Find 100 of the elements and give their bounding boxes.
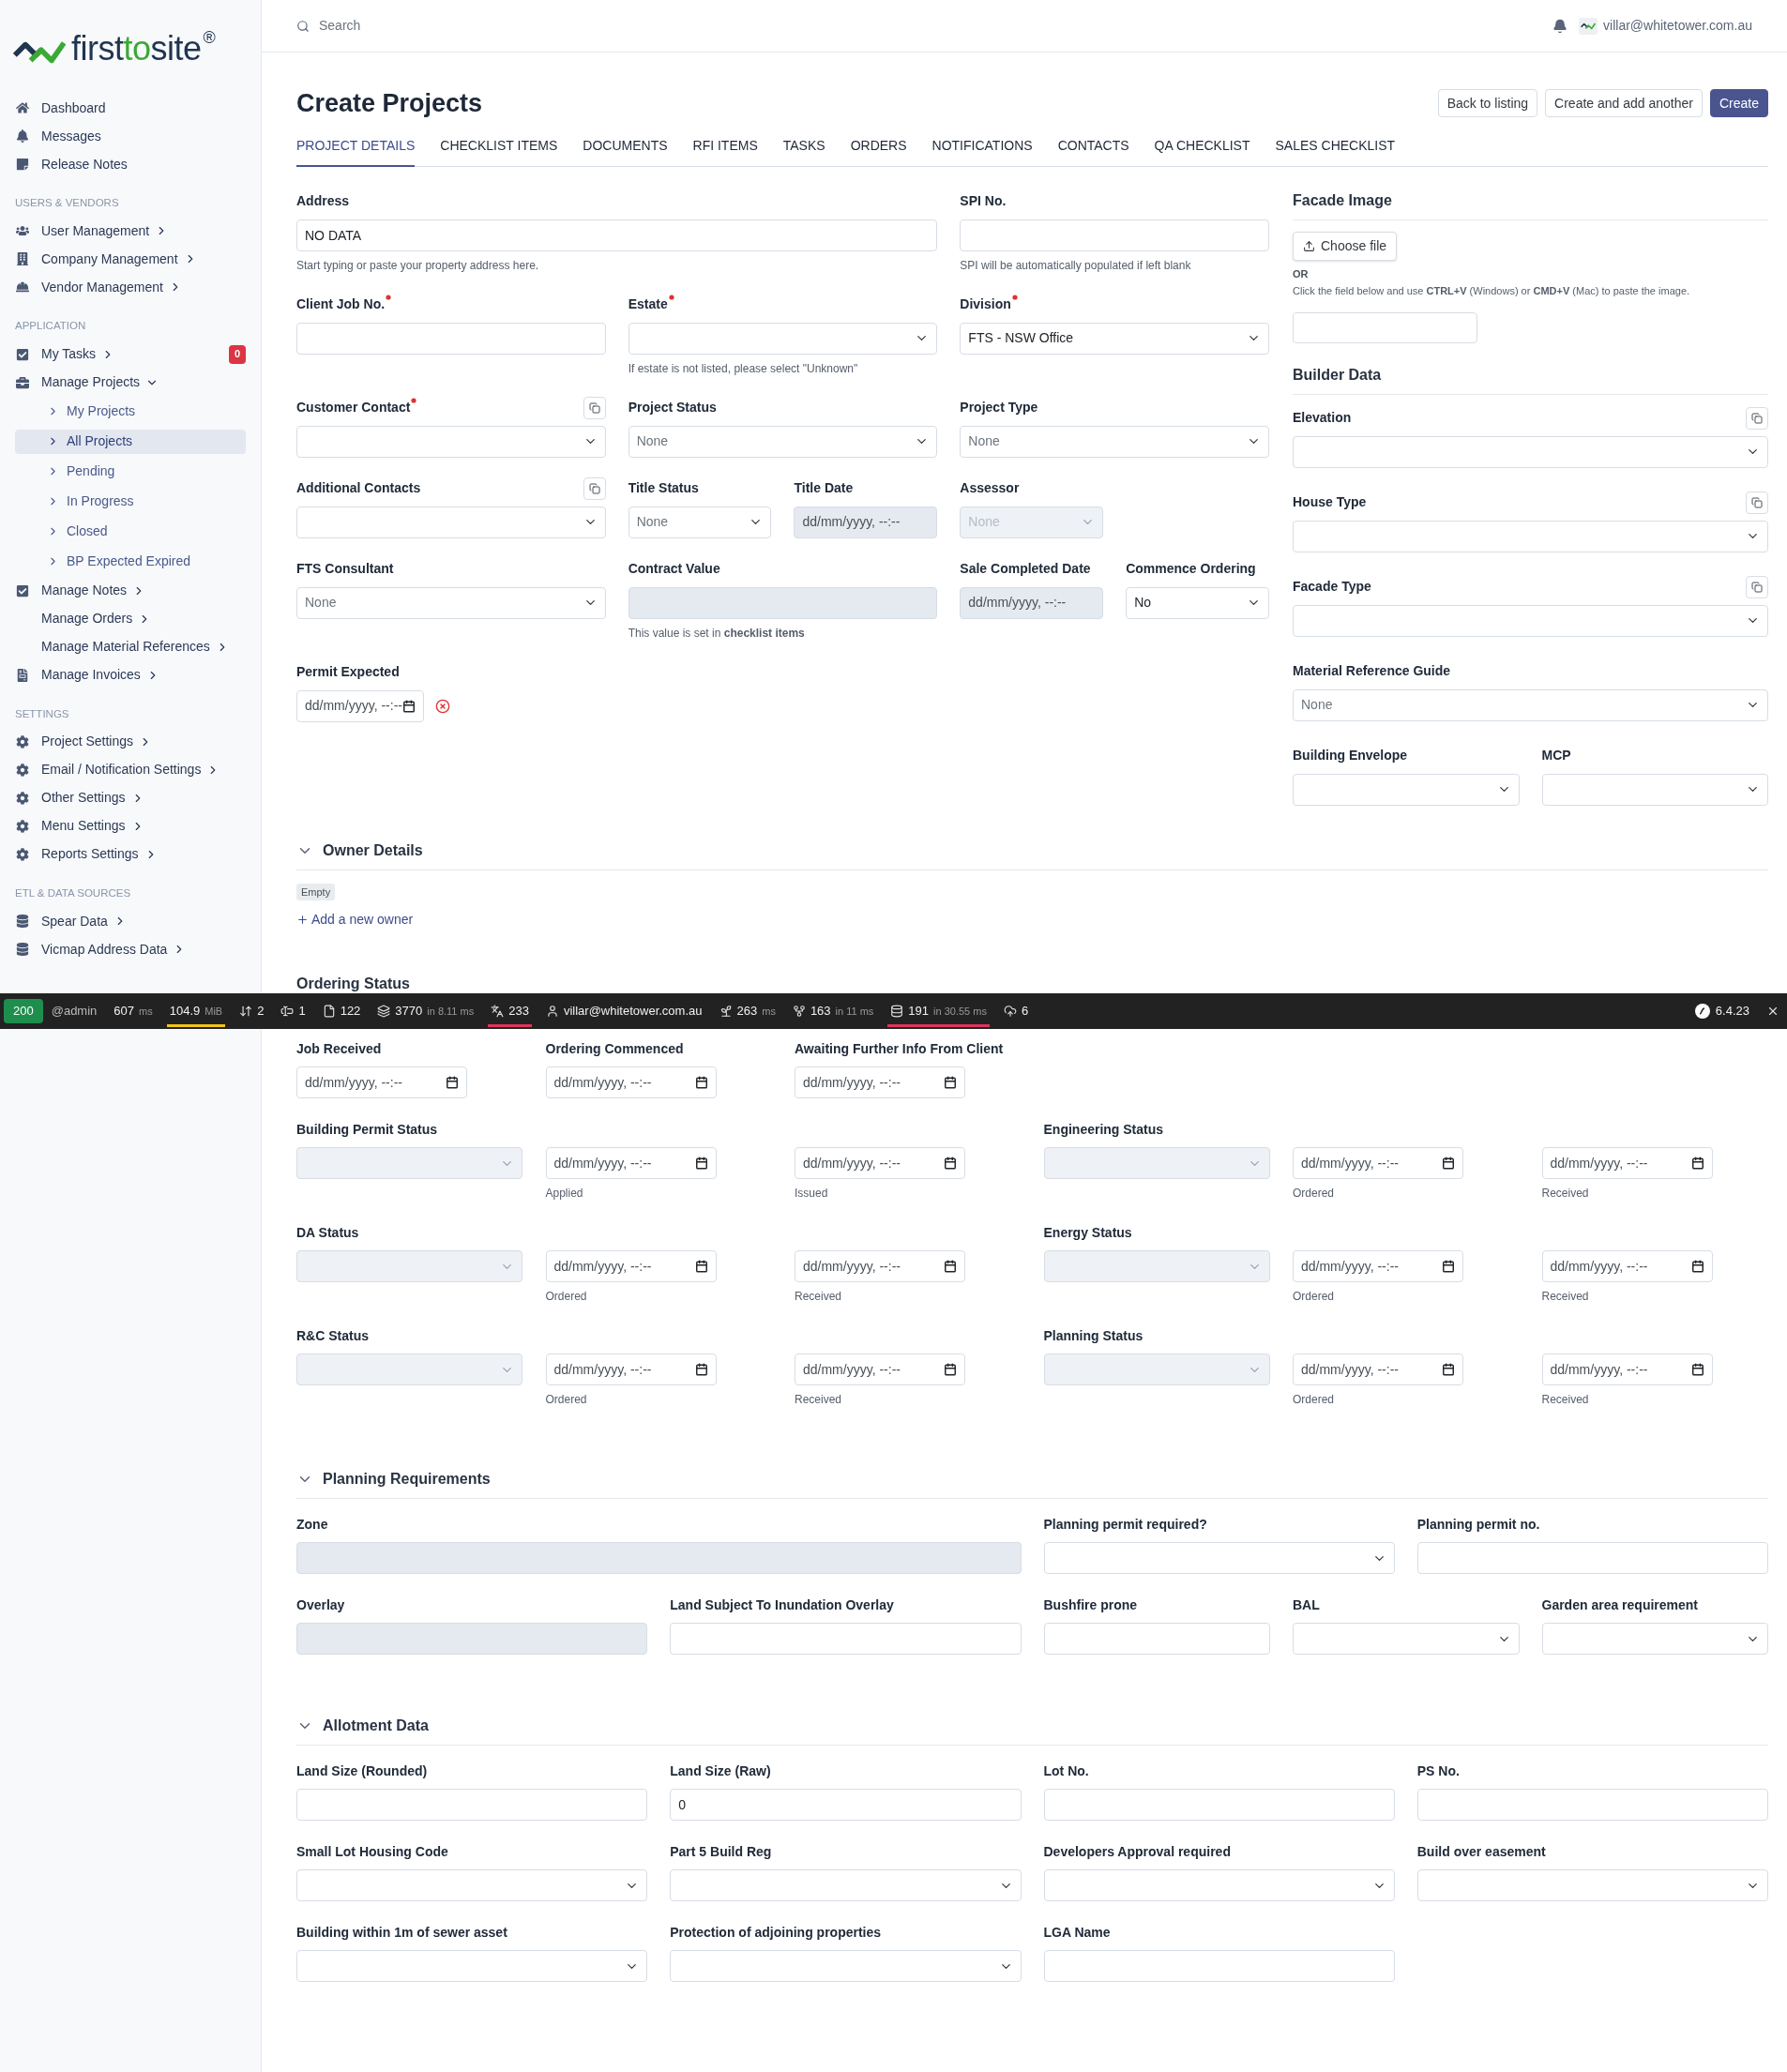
nav-item[interactable]: Manage Notes bbox=[0, 576, 261, 605]
toolbar-item[interactable]: villar@whitetower.com.au bbox=[537, 993, 711, 1029]
toolbar-item[interactable]: @admin bbox=[42, 993, 106, 1029]
select-field[interactable] bbox=[628, 322, 938, 355]
select-field[interactable]: None bbox=[960, 425, 1269, 458]
text-input[interactable]: NO DATA bbox=[296, 219, 938, 251]
tab[interactable]: CHECKLIST ITEMS bbox=[440, 135, 558, 167]
paste-field[interactable] bbox=[1293, 311, 1477, 343]
select-field[interactable] bbox=[1541, 773, 1768, 806]
nav-item[interactable]: Manage Invoices bbox=[0, 660, 261, 689]
toolbar-item[interactable]: 104.9 MiB bbox=[160, 993, 232, 1029]
text-input[interactable] bbox=[1043, 1789, 1395, 1821]
nav-item[interactable]: Menu Settings bbox=[0, 811, 261, 840]
select-field[interactable] bbox=[670, 1950, 1022, 1982]
notification-bell-icon[interactable] bbox=[1552, 18, 1568, 34]
select-field[interactable] bbox=[1043, 1542, 1395, 1574]
text-input[interactable] bbox=[296, 1789, 648, 1821]
text-input[interactable] bbox=[1416, 1789, 1768, 1821]
action-button[interactable]: Back to listing bbox=[1437, 89, 1538, 118]
date-field[interactable]: dd/mm/yyyy, --:-- bbox=[795, 1250, 965, 1282]
date-field[interactable]: dd/mm/yyyy, --:-- bbox=[545, 1147, 717, 1179]
date-field[interactable]: dd/mm/yyyy, --:-- bbox=[1293, 1250, 1463, 1282]
select-field[interactable] bbox=[1293, 604, 1768, 637]
select-field[interactable]: None bbox=[628, 425, 938, 458]
date-field[interactable]: dd/mm/yyyy, --:-- bbox=[296, 689, 424, 722]
add-owner-link[interactable]: Add a new owner bbox=[296, 910, 414, 930]
action-button[interactable]: Create bbox=[1709, 89, 1768, 118]
nav-item[interactable]: Messages bbox=[0, 122, 261, 150]
nav-item[interactable]: My Tasks 0 bbox=[0, 340, 261, 369]
select-field[interactable]: FTS - NSW Office bbox=[960, 322, 1269, 355]
nav-item[interactable]: Email / Notification Settings bbox=[0, 755, 261, 784]
toolbar-item[interactable]: 2 bbox=[231, 993, 273, 1029]
select-field[interactable] bbox=[1293, 773, 1520, 806]
user-email[interactable]: villar@whitetower.com.au bbox=[1603, 16, 1752, 36]
nav-item[interactable]: Other Settings bbox=[0, 783, 261, 812]
nav-item[interactable]: Manage Orders bbox=[0, 604, 261, 633]
clear-button[interactable] bbox=[434, 698, 450, 714]
text-input[interactable] bbox=[296, 322, 606, 355]
copy-button[interactable] bbox=[583, 396, 606, 419]
nav-item[interactable]: Manage Material References bbox=[0, 632, 261, 661]
tab[interactable]: SALES CHECKLIST bbox=[1275, 135, 1396, 167]
select-field[interactable] bbox=[1293, 1623, 1520, 1655]
select-field[interactable]: None bbox=[1293, 688, 1768, 721]
select-field[interactable] bbox=[1043, 1869, 1395, 1901]
copy-button[interactable] bbox=[1746, 491, 1768, 514]
copy-button[interactable] bbox=[1746, 406, 1768, 430]
toolbar-item[interactable]: 233 bbox=[482, 993, 538, 1029]
nav-item[interactable]: Vicmap Address Data bbox=[0, 935, 261, 963]
select-field[interactable] bbox=[296, 1950, 648, 1982]
nav-subitem[interactable]: My Projects bbox=[15, 399, 246, 424]
text-input[interactable] bbox=[1043, 1950, 1395, 1982]
tab[interactable]: PROJECT DETAILS bbox=[296, 135, 416, 167]
tab[interactable]: QA CHECKLIST bbox=[1154, 135, 1250, 167]
tab[interactable]: TASKS bbox=[782, 135, 825, 167]
date-field[interactable]: dd/mm/yyyy, --:-- bbox=[795, 1147, 965, 1179]
user-avatar[interactable] bbox=[1579, 17, 1598, 35]
nav-subitem[interactable]: All Projects bbox=[15, 429, 246, 454]
date-field[interactable]: dd/mm/yyyy, --:-- bbox=[545, 1066, 717, 1098]
action-button[interactable]: Create and add another bbox=[1545, 89, 1703, 118]
date-field[interactable]: dd/mm/yyyy, --:-- bbox=[795, 1066, 965, 1098]
select-field[interactable] bbox=[670, 1869, 1022, 1901]
date-field[interactable]: dd/mm/yyyy, --:-- bbox=[795, 1354, 965, 1385]
copy-button[interactable] bbox=[583, 476, 606, 500]
date-field[interactable]: dd/mm/yyyy, --:-- bbox=[1541, 1250, 1713, 1282]
text-input[interactable] bbox=[1416, 1542, 1768, 1574]
nav-subitem[interactable]: Closed bbox=[15, 519, 246, 544]
select-field[interactable] bbox=[1293, 520, 1768, 552]
toolbar-item[interactable]: 122 bbox=[313, 993, 370, 1029]
nav-item[interactable]: Vendor Management bbox=[0, 273, 261, 302]
tab[interactable]: CONTACTS bbox=[1057, 135, 1129, 167]
toolbar-item[interactable]: 163 in 11 ms bbox=[783, 993, 883, 1029]
text-input[interactable] bbox=[960, 219, 1269, 251]
toolbar-item[interactable]: 3770 in 8.11 ms bbox=[369, 993, 483, 1029]
toolbar-item[interactable]: 191 in 30.55 ms bbox=[882, 993, 995, 1029]
select-field[interactable]: None bbox=[628, 506, 772, 538]
toolbar-item[interactable]: 6.4.23 bbox=[1687, 1002, 1757, 1021]
nav-subitem[interactable]: BP Expected Expired bbox=[15, 549, 246, 574]
nav-item[interactable]: Manage Projects bbox=[0, 368, 261, 397]
date-field[interactable]: dd/mm/yyyy, --:-- bbox=[296, 1066, 467, 1098]
choose-file-button[interactable]: Choose file bbox=[1293, 231, 1398, 261]
date-field[interactable]: dd/mm/yyyy, --:-- bbox=[1541, 1147, 1713, 1179]
toolbar-item[interactable]: 263 ms bbox=[710, 993, 784, 1029]
date-field[interactable]: dd/mm/yyyy, --:-- bbox=[545, 1250, 717, 1282]
select-field[interactable] bbox=[296, 425, 606, 458]
select-field[interactable] bbox=[1541, 1623, 1768, 1655]
nav-item[interactable]: Spear Data bbox=[0, 907, 261, 935]
search-field[interactable]: Search bbox=[319, 16, 600, 36]
nav-item[interactable]: Company Management bbox=[0, 245, 261, 274]
date-field[interactable]: dd/mm/yyyy, --:-- bbox=[545, 1354, 717, 1385]
nav-subitem[interactable]: In Progress bbox=[15, 489, 246, 514]
date-field[interactable]: dd/mm/yyyy, --:-- bbox=[1293, 1354, 1463, 1385]
select-field[interactable] bbox=[1416, 1869, 1768, 1901]
select-field[interactable] bbox=[1293, 435, 1768, 468]
tab[interactable]: DOCUMENTS bbox=[583, 135, 668, 167]
text-input[interactable] bbox=[670, 1623, 1022, 1655]
nav-item[interactable]: Reports Settings bbox=[0, 839, 261, 869]
nav-item[interactable]: User Management bbox=[0, 217, 261, 246]
text-input[interactable]: 0 bbox=[670, 1789, 1022, 1821]
close-icon[interactable] bbox=[1766, 1005, 1779, 1018]
toolbar-item[interactable]: 607 ms bbox=[105, 993, 161, 1029]
